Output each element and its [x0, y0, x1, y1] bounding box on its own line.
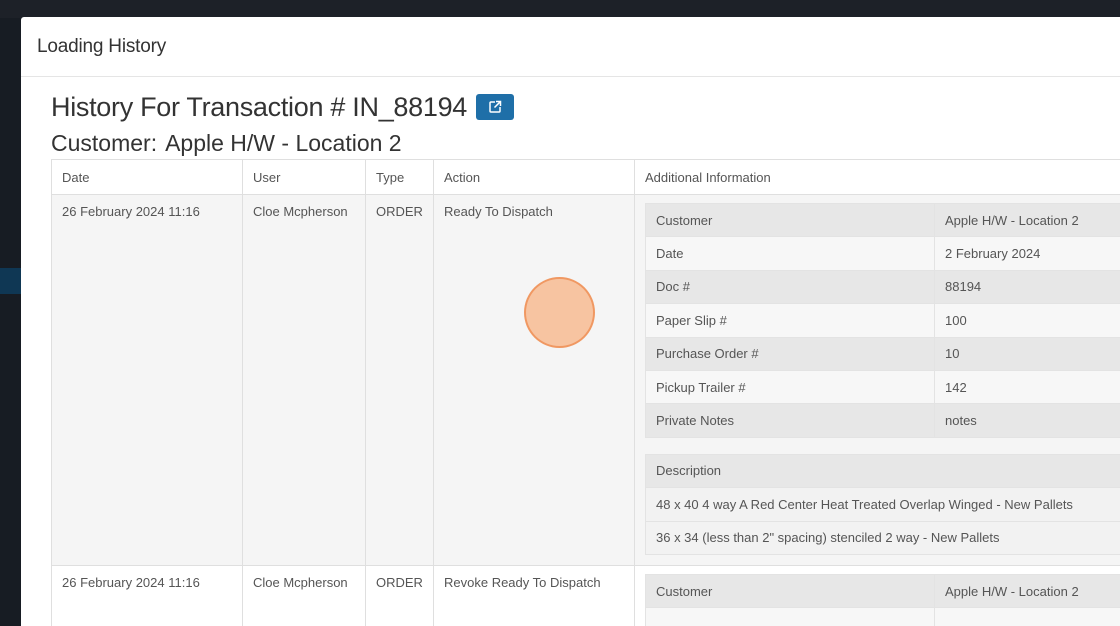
detail-row: Private Notes notes — [645, 403, 1120, 438]
table-row: 26 February 2024 11:16 Cloe Mcpherson OR… — [51, 194, 1120, 566]
detail-label: Private Notes — [645, 403, 935, 438]
detail-row: Customer Apple H/W - Location 2 — [645, 202, 1120, 238]
row-type: ORDER — [365, 564, 434, 626]
detail-value: 2 February 2024 — [934, 236, 1120, 271]
column-header-type: Type — [365, 159, 434, 195]
detail-value: notes — [934, 403, 1120, 438]
column-header-action: Action — [433, 159, 635, 195]
row-action: Ready To Dispatch — [433, 194, 635, 566]
row-user: Cloe Mcpherson — [242, 564, 366, 626]
detail-value: Apple H/W - Location 2 — [934, 202, 1120, 238]
detail-row: Doc #88194 — [645, 269, 1120, 305]
row-user: Cloe Mcpherson — [242, 194, 366, 566]
detail-value: Apple H/W - Location 2 — [934, 573, 1120, 609]
details-table: Customer Apple H/W - Location 2 — [645, 573, 1120, 626]
row-action: Revoke Ready To Dispatch — [433, 564, 635, 626]
description-row: 36 x 34 (less than 2" spacing) stenciled… — [645, 520, 1120, 555]
description-item: 36 x 34 (less than 2" spacing) stenciled… — [645, 520, 1120, 555]
column-header-user: User — [242, 159, 366, 195]
modal-title: Loading History — [37, 35, 167, 57]
table-header-row: Date User Type Action Additional Informa… — [51, 159, 1120, 195]
column-header-info: Additional Information — [634, 159, 1120, 195]
description-row: 48 x 40 4 way A Red Center Heat Treated … — [645, 487, 1120, 522]
detail-label: Customer — [645, 573, 935, 609]
click-indicator — [524, 277, 595, 348]
history-customer: Customer: Apple H/W - Location 2 — [51, 127, 1120, 159]
history-title: History For Transaction # IN_88194 — [51, 91, 467, 122]
detail-value: 88194 — [934, 269, 1120, 305]
row-info: Customer Apple H/W - Location 2 — [634, 564, 1120, 626]
external-link-icon — [489, 100, 502, 113]
row-info: Customer Apple H/W - Location 2 Date 2 Feb… — [634, 194, 1120, 566]
modal-header: Loading History — [21, 17, 1120, 77]
description-item: 48 x 40 4 way A Red Center Heat Treated … — [645, 487, 1120, 522]
detail-row: Paper Slip #100 — [645, 303, 1120, 338]
detail-row: Purchase Order #10 — [645, 336, 1120, 371]
detail-row: Date 2 February 2024 — [645, 236, 1120, 271]
description-header: Description — [645, 453, 1120, 489]
detail-label: Doc # — [645, 269, 935, 305]
open-transaction-button[interactable] — [476, 94, 514, 120]
detail-label: Pickup Trailer # — [645, 369, 935, 405]
detail-row: Pickup Trailer #142 — [645, 369, 1120, 405]
row-date: 26 February 2024 11:16 — [51, 564, 243, 626]
detail-row: Customer Apple H/W - Location 2 — [645, 573, 1120, 609]
detail-value — [934, 607, 1120, 626]
customer-value: Apple H/W - Location 2 — [165, 129, 402, 156]
column-header-date: Date — [51, 159, 243, 195]
modal-body: History For Transaction # IN_88194 Custo… — [21, 77, 1120, 626]
detail-row — [645, 607, 1120, 626]
row-date: 26 February 2024 11:16 — [51, 194, 243, 566]
history-title-row: History For Transaction # IN_88194 — [51, 91, 1120, 123]
detail-label: Purchase Order # — [645, 336, 935, 371]
detail-value: 10 — [934, 336, 1120, 371]
detail-label: Paper Slip # — [645, 303, 935, 338]
description-header-row: Description — [645, 453, 1120, 489]
table-row: 26 February 2024 11:16 Cloe Mcpherson OR… — [51, 564, 1120, 626]
detail-label: Date — [645, 236, 935, 271]
detail-label — [645, 607, 935, 626]
details-table: Customer Apple H/W - Location 2 Date 2 Feb… — [645, 202, 1120, 438]
customer-label: Customer: — [51, 129, 158, 156]
detail-label: Customer — [645, 202, 935, 238]
detail-value: 100 — [934, 303, 1120, 338]
history-table: Date User Type Action Additional Informa… — [51, 159, 1120, 626]
row-type: ORDER — [365, 194, 434, 566]
description-table: Description 48 x 40 4 way A Red Center H… — [645, 453, 1120, 555]
detail-value: 142 — [934, 369, 1120, 405]
